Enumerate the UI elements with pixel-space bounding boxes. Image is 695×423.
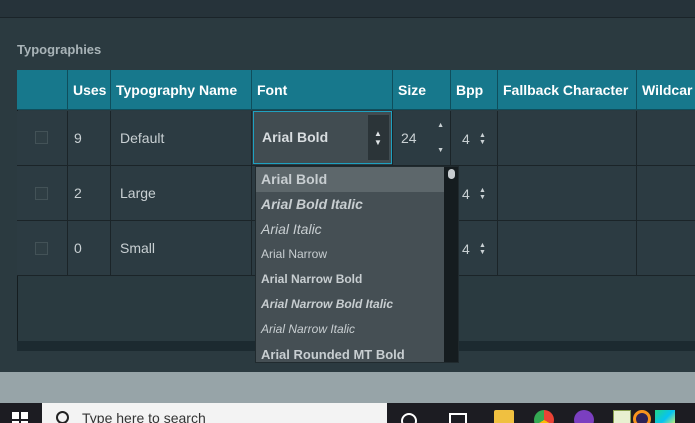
font-dropdown-list[interactable]: Arial Bold Arial Bold Italic Arial Itali… — [255, 166, 459, 363]
section-title: Typographies — [17, 42, 102, 57]
header-typography-name[interactable]: Typography Name — [111, 70, 252, 110]
fallback-character-cell[interactable] — [498, 166, 637, 221]
row-checkbox[interactable] — [35, 187, 48, 200]
header-select[interactable] — [17, 70, 68, 110]
uses-cell: 9 — [68, 111, 111, 166]
windows-start-icon[interactable] — [12, 412, 28, 423]
wildcard-cell[interactable] — [637, 221, 695, 276]
firefox-icon[interactable] — [574, 410, 594, 423]
bpp-spinner-icon[interactable]: ▲ ▼ — [479, 187, 486, 201]
typography-name-cell[interactable]: Large — [111, 166, 252, 221]
dropdown-option[interactable]: Arial Italic — [256, 217, 445, 242]
chevron-up-icon: ▲ — [374, 129, 382, 138]
font-select-value: Arial Bold — [262, 129, 329, 145]
fallback-character-cell[interactable] — [498, 221, 637, 276]
search-icon — [56, 411, 69, 423]
dropdown-option[interactable]: Arial Rounded MT Bold — [256, 342, 445, 362]
row-checkbox[interactable] — [35, 131, 48, 144]
bpp-spinner-icon[interactable]: ▲ ▼ — [479, 132, 486, 146]
file-explorer-icon[interactable] — [494, 410, 514, 423]
dropdown-option[interactable]: Arial Narrow Bold Italic — [256, 292, 445, 317]
header-fallback-character[interactable]: Fallback Character — [498, 70, 637, 110]
font-select-button[interactable]: ▲ ▼ — [368, 115, 389, 160]
notepad-icon[interactable] — [613, 410, 631, 423]
bpp-cell[interactable] — [451, 111, 498, 166]
top-band — [0, 0, 695, 18]
decrement-icon[interactable]: ▼ — [437, 147, 444, 155]
dropdown-option[interactable]: Arial Bold — [256, 167, 445, 192]
wildcard-cell[interactable] — [637, 166, 695, 221]
bpp-value: 4 — [462, 131, 470, 147]
typography-name-cell[interactable]: Small — [111, 221, 252, 276]
chevron-down-icon: ▼ — [374, 138, 382, 147]
header-bpp[interactable]: Bpp — [451, 70, 498, 110]
bpp-value: 4 — [462, 186, 470, 202]
windows-taskbar: Type here to search — [0, 403, 695, 423]
row-checkbox[interactable] — [35, 242, 48, 255]
dropdown-option[interactable]: Arial Narrow Bold — [256, 267, 445, 292]
size-stepper[interactable]: 24 ▲ ▼ — [393, 111, 451, 166]
dropdown-option[interactable]: Arial Narrow — [256, 242, 445, 267]
header-font[interactable]: Font — [252, 70, 393, 110]
eclipse-icon[interactable] — [633, 410, 651, 423]
chrome-icon[interactable] — [534, 410, 554, 423]
task-view-icon[interactable] — [449, 413, 467, 423]
header-uses[interactable]: Uses — [68, 70, 111, 110]
taskbar-search-input[interactable]: Type here to search — [42, 403, 387, 423]
search-placeholder: Type here to search — [82, 410, 206, 423]
dropdown-scrollbar[interactable] — [444, 167, 458, 362]
header-wildcard[interactable]: Wildcar — [637, 70, 695, 110]
increment-icon[interactable]: ▲ — [437, 122, 444, 130]
wildcard-cell[interactable] — [637, 111, 695, 166]
typography-name-cell[interactable]: Default — [111, 111, 252, 166]
bpp-value: 4 — [462, 241, 470, 257]
status-band — [0, 372, 695, 403]
pycharm-icon[interactable] — [655, 410, 675, 423]
bpp-spinner-icon[interactable]: ▲ ▼ — [479, 242, 486, 256]
size-value: 24 — [401, 130, 417, 146]
font-select[interactable]: Arial Bold ▲ ▼ — [253, 111, 392, 164]
uses-cell: 0 — [68, 221, 111, 276]
scrollbar-thumb[interactable] — [448, 169, 455, 179]
uses-cell: 2 — [68, 166, 111, 221]
cortana-icon[interactable] — [401, 413, 417, 423]
dropdown-option[interactable]: Arial Bold Italic — [256, 192, 445, 217]
fallback-character-cell[interactable] — [498, 111, 637, 166]
header-size[interactable]: Size — [393, 70, 451, 110]
dropdown-option[interactable]: Arial Narrow Italic — [256, 317, 445, 342]
